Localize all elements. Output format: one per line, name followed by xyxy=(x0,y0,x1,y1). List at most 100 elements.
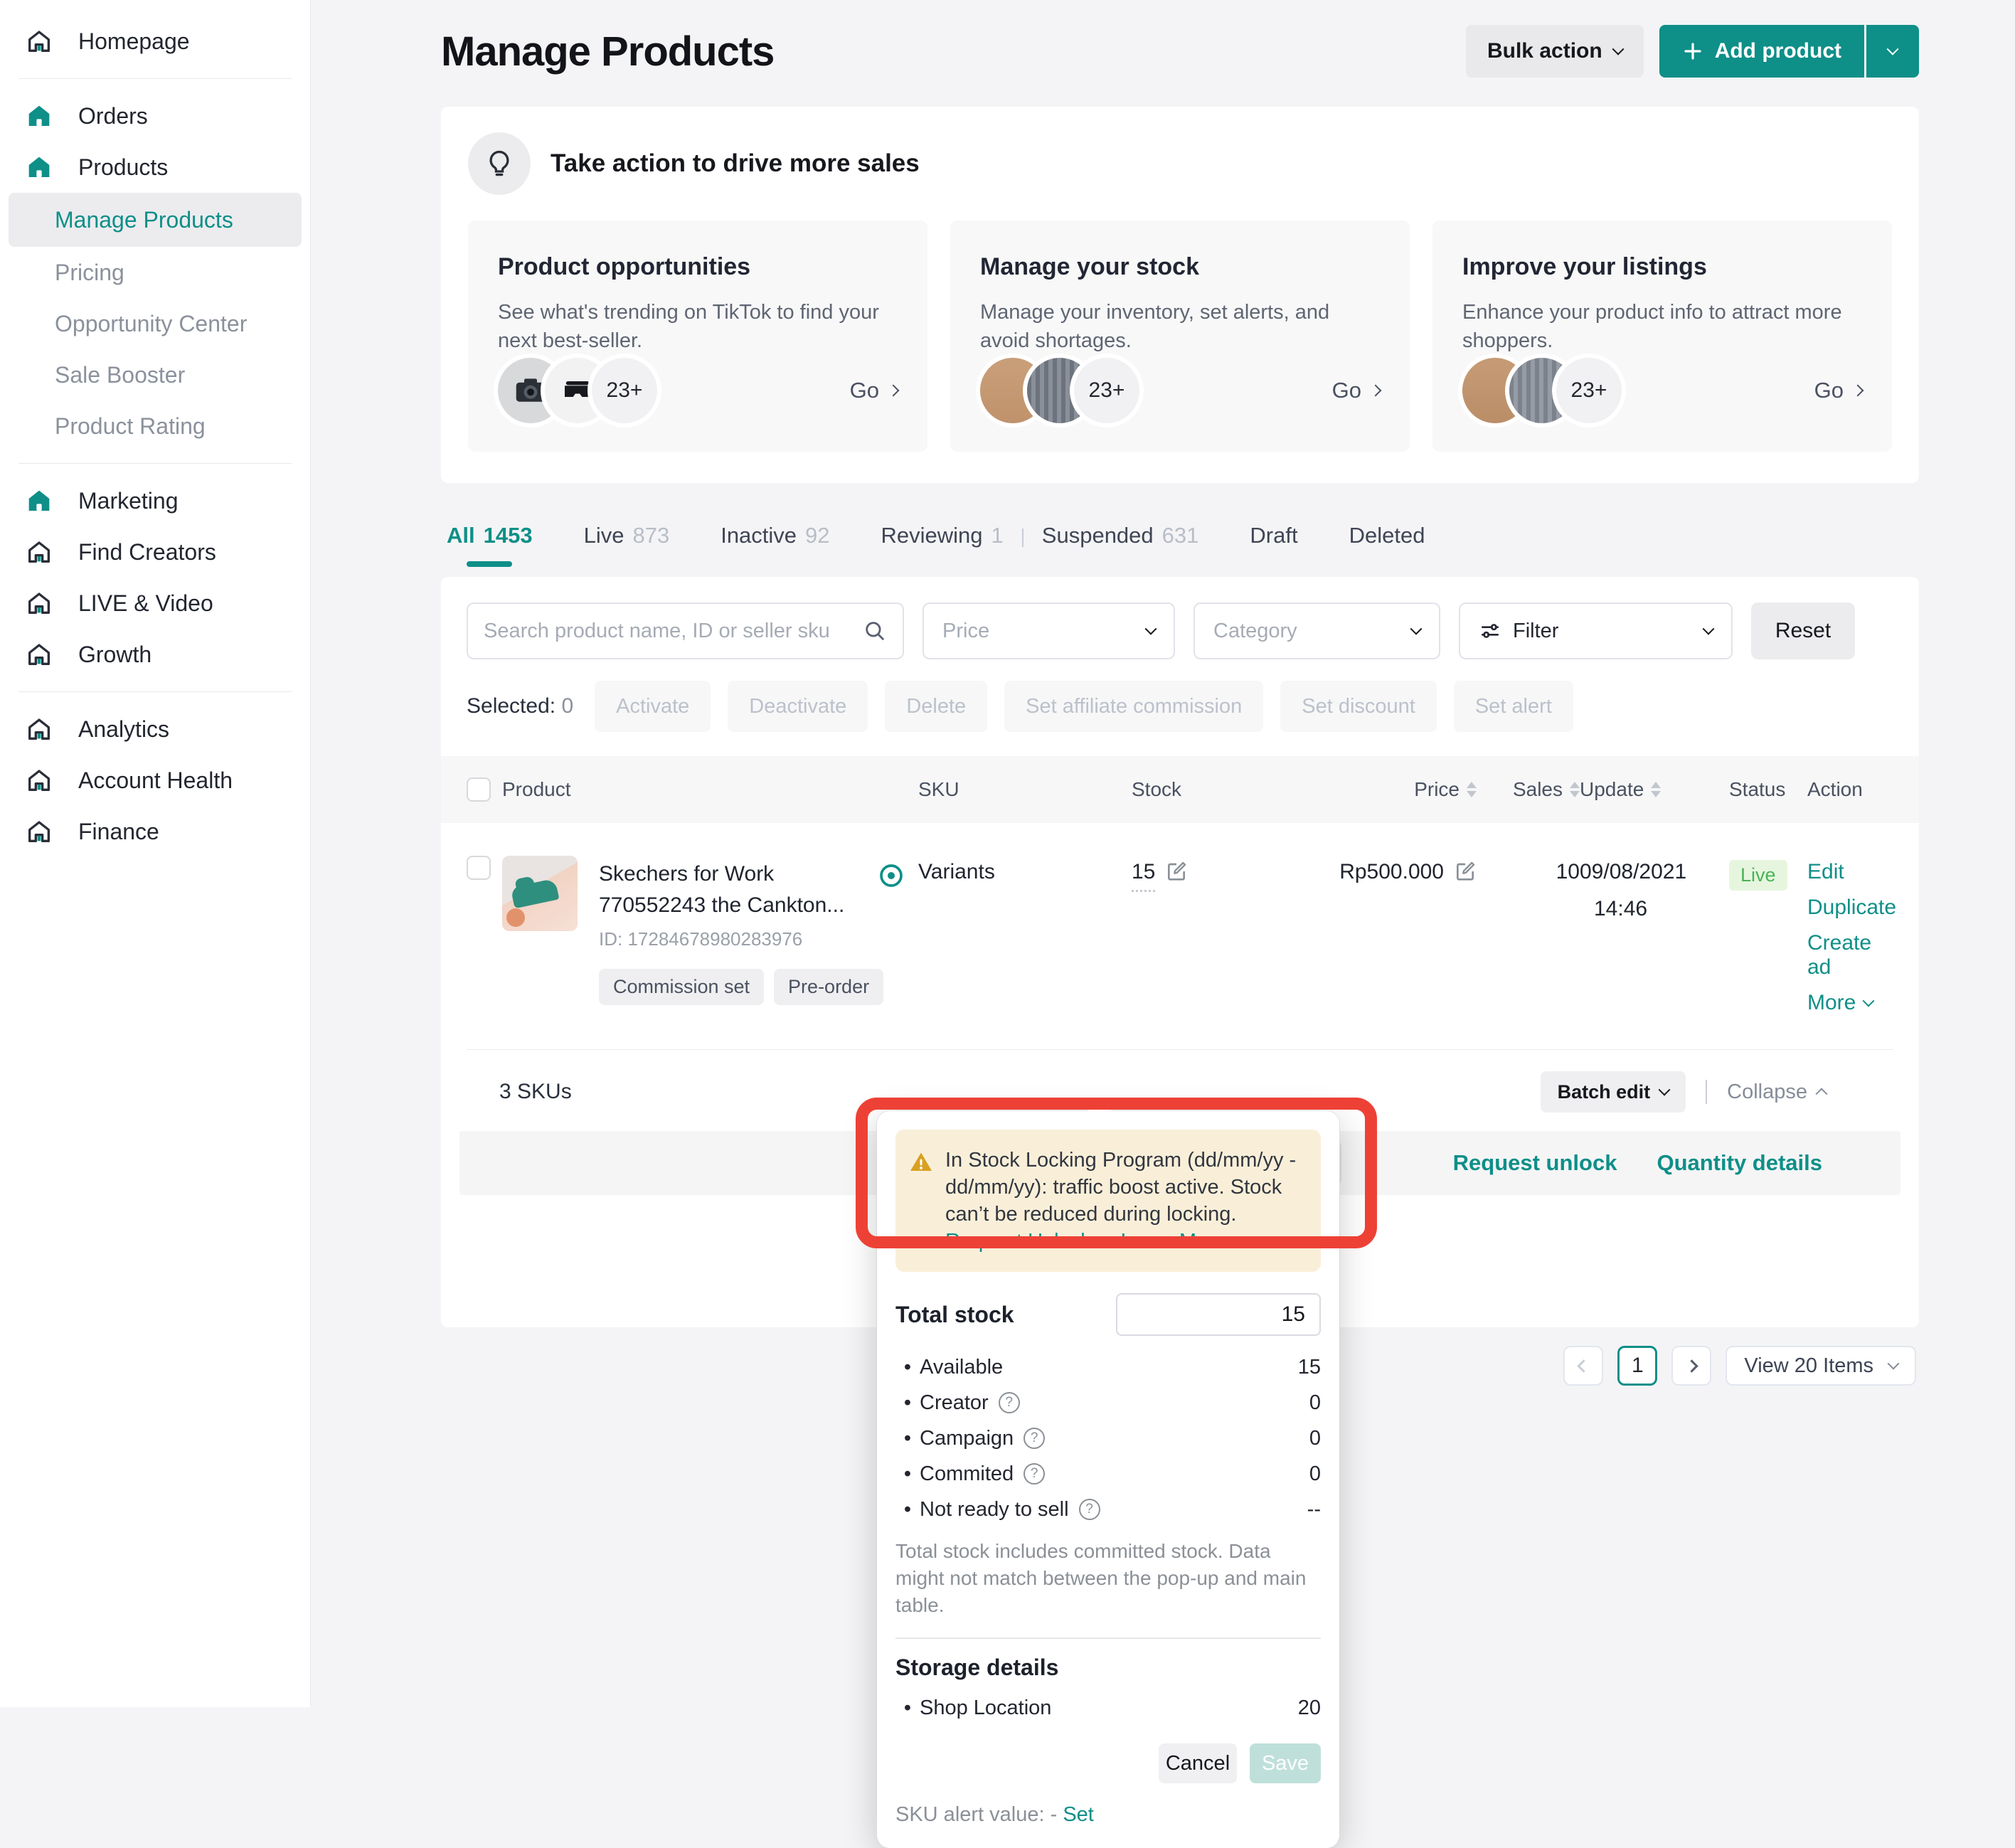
filter-select[interactable]: Filter xyxy=(1459,602,1733,659)
sidebar-item-growth[interactable]: Growth xyxy=(0,629,310,680)
tab-draft[interactable]: Draft xyxy=(1250,523,1297,567)
divider xyxy=(1706,1080,1707,1104)
view-items-select[interactable]: View 20 Items xyxy=(1726,1346,1916,1386)
warning-triangle-icon xyxy=(908,1149,934,1175)
sidebar-item-product-rating[interactable]: Product Rating xyxy=(0,400,310,452)
edit-link[interactable]: Edit xyxy=(1807,860,1896,884)
cancel-button[interactable]: Cancel xyxy=(1159,1743,1237,1783)
tab-all[interactable]: All1453 xyxy=(447,523,533,567)
column-sales[interactable]: Sales xyxy=(1477,778,1580,801)
go-link[interactable]: Go xyxy=(1332,378,1380,403)
column-status: Status xyxy=(1729,778,1807,801)
bulk-action-button[interactable]: Bulk action xyxy=(1466,25,1644,78)
row-label: Available xyxy=(920,1356,1003,1379)
activate-button[interactable]: Activate xyxy=(595,681,711,732)
batch-edit-button[interactable]: Batch edit xyxy=(1541,1071,1686,1112)
sidebar-item-marketing[interactable]: Marketing xyxy=(0,475,310,526)
collapse-link[interactable]: Collapse xyxy=(1727,1080,1826,1104)
duplicate-link[interactable]: Duplicate xyxy=(1807,896,1896,920)
sidebar-item-sale-booster[interactable]: Sale Booster xyxy=(0,349,310,400)
search-icon[interactable] xyxy=(863,619,887,643)
row-value: 0 xyxy=(1309,1427,1321,1450)
sidebar-item-pricing[interactable]: Pricing xyxy=(0,247,310,298)
selected-count: 0 xyxy=(561,694,573,718)
sidebar-item-opportunity-center[interactable]: Opportunity Center xyxy=(0,298,310,349)
sidebar-item-find-creators[interactable]: Find Creators xyxy=(0,526,310,578)
sku-count: 3 SKUs xyxy=(499,1080,572,1104)
chevron-down-icon xyxy=(1888,1358,1900,1370)
request-unlock-link[interactable]: Request Unlock xyxy=(945,1230,1091,1253)
sidebar-item-products[interactable]: Products xyxy=(0,142,310,193)
category-select[interactable]: Category xyxy=(1193,602,1440,659)
add-product-dropdown-button[interactable] xyxy=(1866,25,1919,78)
sidebar-item-account-health[interactable]: Account Health xyxy=(0,755,310,806)
more-link[interactable]: More xyxy=(1807,991,1896,1015)
quantity-details-link[interactable]: Quantity details xyxy=(1657,1150,1822,1176)
go-link[interactable]: Go xyxy=(850,378,898,403)
row-value: 20 xyxy=(1298,1696,1321,1720)
price-select[interactable]: Price xyxy=(923,602,1175,659)
search-input[interactable] xyxy=(484,620,863,643)
sidebar-item-label: Orders xyxy=(78,103,148,129)
card-description: See what's trending on TikTok to find yo… xyxy=(498,298,898,355)
save-button[interactable]: Save xyxy=(1250,1743,1321,1783)
pre-order-badge: Pre-order xyxy=(774,969,883,1005)
tab-reviewing[interactable]: Reviewing1 xyxy=(881,523,1004,567)
column-sku: SKU xyxy=(918,778,1132,801)
row-value: 0 xyxy=(1309,1391,1321,1415)
sidebar-item-live-video[interactable]: LIVE & Video xyxy=(0,578,310,629)
preview-eye-icon[interactable] xyxy=(877,861,905,893)
deactivate-button[interactable]: Deactivate xyxy=(728,681,868,732)
help-icon[interactable]: ? xyxy=(1024,1428,1045,1449)
column-update[interactable]: Update xyxy=(1580,778,1729,801)
learn-more-link[interactable]: Learn More xyxy=(1121,1230,1226,1253)
delete-button[interactable]: Delete xyxy=(885,681,987,732)
sidebar-item-label: Analytics xyxy=(78,716,169,743)
tab-suspended[interactable]: Suspended631 xyxy=(1042,523,1199,567)
help-icon[interactable]: ? xyxy=(999,1392,1020,1413)
next-page-button[interactable] xyxy=(1671,1346,1711,1386)
column-price[interactable]: Price xyxy=(1327,778,1477,801)
house-outline-icon xyxy=(23,765,55,796)
help-icon[interactable]: ? xyxy=(1079,1499,1100,1520)
tab-live[interactable]: Live873 xyxy=(584,523,670,567)
tab-deleted[interactable]: Deleted xyxy=(1349,523,1425,567)
select-all-checkbox[interactable] xyxy=(467,777,491,802)
edit-price-icon[interactable] xyxy=(1454,860,1477,883)
create-ad-link[interactable]: Create ad xyxy=(1807,931,1896,979)
set-discount-button[interactable]: Set discount xyxy=(1280,681,1437,732)
sidebar-item-finance[interactable]: Finance xyxy=(0,806,310,857)
add-product-button[interactable]: Add product xyxy=(1659,25,1864,78)
help-icon[interactable]: ? xyxy=(1024,1463,1045,1485)
more-count-badge: 23+ xyxy=(1074,358,1139,423)
column-action: Action xyxy=(1807,778,1893,801)
edit-stock-icon[interactable] xyxy=(1165,860,1188,883)
row-label: Creator xyxy=(920,1391,989,1415)
sidebar-item-manage-products[interactable]: Manage Products xyxy=(9,193,302,247)
sales-cell: 10 xyxy=(1477,856,1580,884)
sidebar-item-label: Finance xyxy=(78,819,159,845)
row-checkbox[interactable] xyxy=(467,856,491,880)
request-unlock-link[interactable]: Request unlock xyxy=(1453,1150,1617,1176)
set-affiliate-commission-button[interactable]: Set affiliate commission xyxy=(1004,681,1263,732)
page-number-button[interactable]: 1 xyxy=(1617,1346,1657,1386)
reset-button[interactable]: Reset xyxy=(1751,602,1855,659)
sidebar-item-orders[interactable]: Orders xyxy=(0,90,310,142)
go-link[interactable]: Go xyxy=(1814,378,1862,403)
set-alert-button[interactable]: Set alert xyxy=(1454,681,1573,732)
update-cell: 09/08/2021 14:46 xyxy=(1580,856,1729,921)
set-alert-link[interactable]: Set xyxy=(1063,1803,1094,1826)
sidebar-item-homepage[interactable]: Homepage xyxy=(0,16,310,67)
chevron-down-icon xyxy=(1863,995,1875,1007)
sidebar-item-analytics[interactable]: Analytics xyxy=(0,703,310,755)
tab-inactive[interactable]: Inactive92 xyxy=(721,523,829,567)
sort-icon xyxy=(1467,782,1477,797)
total-stock-input[interactable]: 15 xyxy=(1116,1293,1321,1336)
chevron-left-icon xyxy=(1577,1359,1590,1372)
chevron-up-icon xyxy=(1816,1088,1828,1100)
product-name[interactable]: Skechers for Work 770552243 the Cankton.… xyxy=(599,859,883,921)
house-outline-icon xyxy=(23,639,55,670)
stock-detail-row: • Campaign ? 0 xyxy=(895,1424,1321,1453)
sidebar-item-label: Find Creators xyxy=(78,539,216,565)
prev-page-button[interactable] xyxy=(1563,1346,1603,1386)
